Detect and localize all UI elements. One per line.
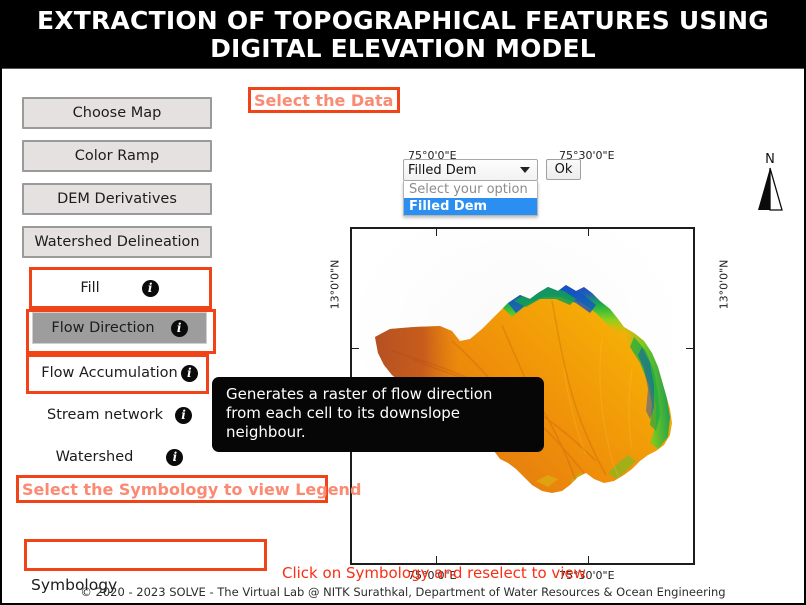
map-tick-right <box>686 348 693 349</box>
watershed-delineation-label: Watershed Delineation <box>34 234 200 250</box>
data-select-dropdown[interactable]: Filled Dem <box>403 159 538 181</box>
tooltip-flow-direction: Generates a raster of flow direction fro… <box>212 377 544 453</box>
map-tick-top-left <box>436 229 437 236</box>
dem-derivatives-button[interactable]: DEM Derivatives <box>22 183 212 215</box>
map-label-top-right-longitude: 75°30'0"E <box>559 149 615 162</box>
derivative-item-flow-direction[interactable]: Flow Direction i <box>32 312 207 344</box>
map-label-top-left-longitude: 75°0'0"E <box>408 149 457 162</box>
data-select-value: Filled Dem <box>408 162 477 178</box>
page-title: EXTRACTION OF TOPOGRAPHICAL FEATURES USI… <box>37 7 769 63</box>
data-select-options-list[interactable]: Select your option Filled Dem <box>403 181 538 216</box>
fill-label: Fill <box>80 280 100 296</box>
tooltip-text: Generates a raster of flow direction fro… <box>226 385 493 442</box>
stream-network-label: Stream network <box>47 407 163 423</box>
choose-map-label: Choose Map <box>72 105 162 121</box>
info-icon[interactable]: i <box>141 279 159 297</box>
north-arrow-icon <box>758 167 783 211</box>
select-data-annotation: Select the Data <box>254 90 394 110</box>
info-icon[interactable]: i <box>174 406 192 424</box>
map-label-left-latitude: 13°0'0"N <box>328 259 342 310</box>
option-select-your-option[interactable]: Select your option <box>404 181 537 198</box>
color-ramp-label: Color Ramp <box>74 148 160 164</box>
highlight-box-symbology-radios <box>24 539 267 571</box>
info-icon[interactable]: i <box>170 319 188 337</box>
option-filled-dem[interactable]: Filled Dem <box>404 198 537 215</box>
derivative-item-watershed[interactable]: Watershed i <box>32 441 207 473</box>
color-ramp-button[interactable]: Color Ramp <box>22 140 212 172</box>
main-panel: Choose Map Color Ramp DEM Derivatives Wa… <box>2 68 804 603</box>
derivative-item-flow-accumulation[interactable]: Flow Accumulation i <box>32 357 207 389</box>
map-tick-bottom-left <box>436 556 437 563</box>
page-header: EXTRACTION OF TOPOGRAPHICAL FEATURES USI… <box>2 2 804 68</box>
flow-direction-label: Flow Direction <box>51 320 155 336</box>
choose-map-button[interactable]: Choose Map <box>22 97 212 129</box>
info-icon[interactable]: i <box>180 364 198 382</box>
dem-derivatives-label: DEM Derivatives <box>57 191 177 207</box>
page-title-line2: DIGITAL ELEVATION MODEL <box>210 34 596 63</box>
watershed-label: Watershed <box>55 449 134 465</box>
map-tick-left <box>352 348 359 349</box>
application-window: EXTRACTION OF TOPOGRAPHICAL FEATURES USI… <box>0 0 806 605</box>
map-tick-bottom-right <box>588 556 589 563</box>
click-note: Click on Symbology and reselect to view. <box>282 564 590 582</box>
footer-copyright: © 2020 - 2023 SOLVE - The Virtual Lab @ … <box>80 585 726 599</box>
ok-button[interactable]: Ok <box>546 159 581 180</box>
north-arrow-label: N <box>765 152 775 167</box>
map-tick-top-right <box>588 229 589 236</box>
map-label-right-latitude: 13°0'0"N <box>717 259 731 310</box>
derivative-item-fill[interactable]: Fill i <box>32 272 207 304</box>
select-symbology-annotation: Select the Symbology to view Legend <box>22 479 362 499</box>
ok-button-label: Ok <box>554 162 573 177</box>
watershed-delineation-button[interactable]: Watershed Delineation <box>22 226 212 258</box>
flow-accumulation-label: Flow Accumulation <box>41 365 178 381</box>
info-icon[interactable]: i <box>166 448 184 466</box>
derivative-item-stream-network[interactable]: Stream network i <box>32 399 207 431</box>
page-title-line1: EXTRACTION OF TOPOGRAPHICAL FEATURES USI… <box>37 6 769 35</box>
north-arrow: N <box>750 153 790 215</box>
chevron-down-icon <box>520 167 530 173</box>
